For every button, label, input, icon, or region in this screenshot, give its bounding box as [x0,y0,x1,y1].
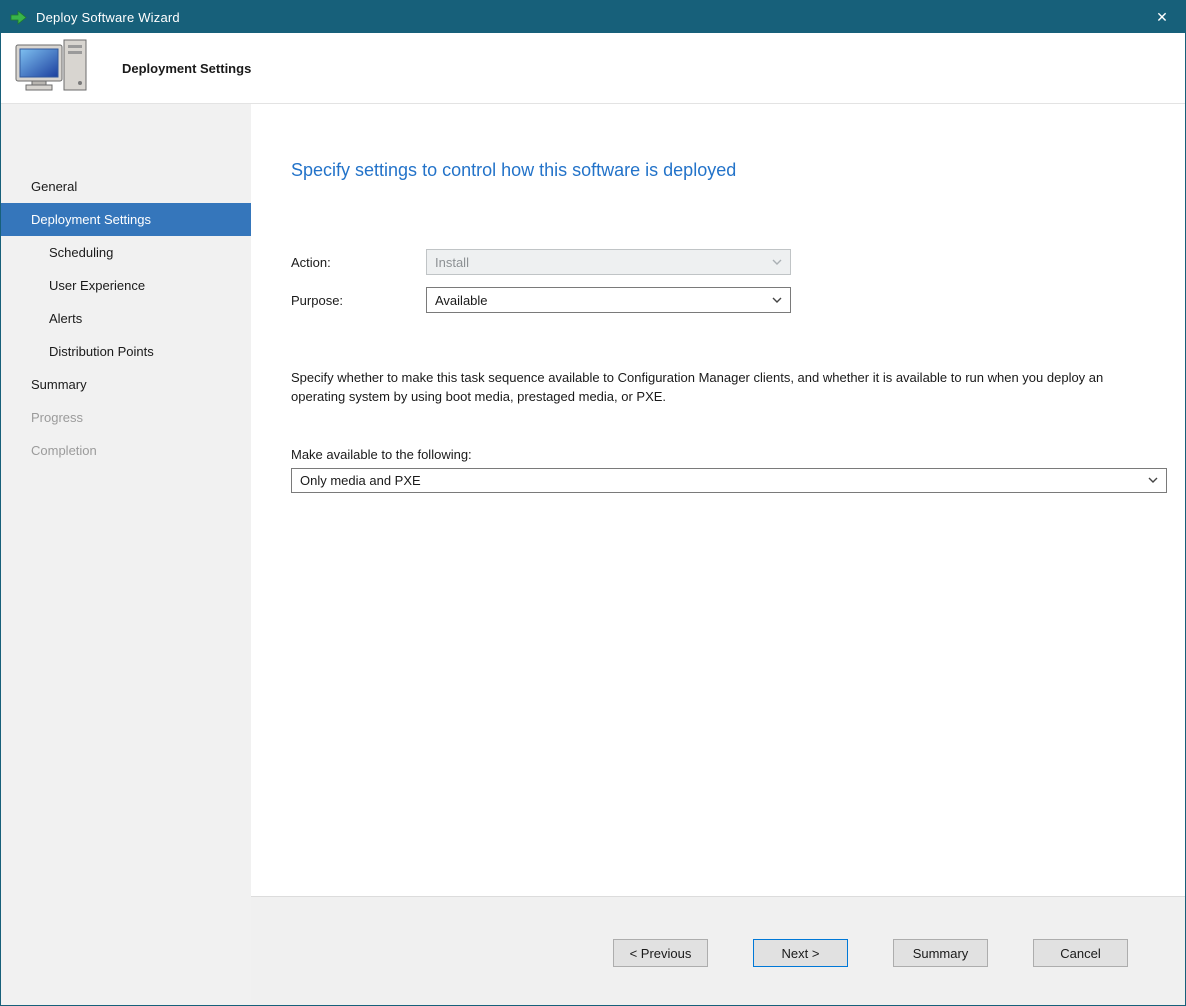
sidebar-item-progress: Progress [1,401,251,434]
chevron-down-icon [772,259,782,265]
wizard-right-pane: Specify settings to control how this sof… [251,104,1185,1005]
purpose-value: Available [435,293,488,308]
action-label: Action: [291,255,426,270]
computer-icon [14,39,94,97]
summary-button[interactable]: Summary [893,939,988,967]
action-row: Action: Install [291,249,1167,275]
wizard-header: Deployment Settings [1,33,1185,104]
previous-button[interactable]: < Previous [613,939,708,967]
make-available-label: Make available to the following: [291,447,1167,462]
sidebar-item-scheduling[interactable]: Scheduling [1,236,251,269]
sidebar-item-distribution-points[interactable]: Distribution Points [1,335,251,368]
deploy-software-wizard-window: Deploy Software Wizard ✕ [0,0,1186,1006]
next-button[interactable]: Next > [753,939,848,967]
wizard-page-title: Deployment Settings [122,61,251,76]
wizard-content: Specify settings to control how this sof… [251,104,1185,896]
sidebar-item-deployment-settings[interactable]: Deployment Settings [1,203,251,236]
deploy-arrow-icon [10,9,27,26]
availability-description: Specify whether to make this task sequen… [291,369,1146,407]
close-icon[interactable]: ✕ [1139,1,1185,33]
wizard-nav-sidebar: General Deployment Settings Scheduling U… [1,104,251,1005]
purpose-row: Purpose: Available [291,287,1167,313]
make-available-dropdown[interactable]: Only media and PXE [291,468,1167,493]
sidebar-item-general[interactable]: General [1,170,251,203]
purpose-label: Purpose: [291,293,426,308]
cancel-button[interactable]: Cancel [1033,939,1128,967]
action-dropdown: Install [426,249,791,275]
page-title: Specify settings to control how this sof… [291,160,1167,181]
deployment-form: Action: Install Purpose: Available [291,249,1167,313]
wizard-body: General Deployment Settings Scheduling U… [1,104,1185,1005]
titlebar[interactable]: Deploy Software Wizard ✕ [1,1,1185,33]
purpose-dropdown[interactable]: Available [426,287,791,313]
button-bar: < Previous Next > Summary Cancel [251,896,1185,1005]
chevron-down-icon [1148,477,1158,483]
action-value: Install [435,255,469,270]
sidebar-item-completion: Completion [1,434,251,467]
chevron-down-icon [772,297,782,303]
make-available-value: Only media and PXE [300,473,421,488]
window-title: Deploy Software Wizard [36,10,180,25]
sidebar-item-summary[interactable]: Summary [1,368,251,401]
sidebar-item-alerts[interactable]: Alerts [1,302,251,335]
sidebar-item-user-experience[interactable]: User Experience [1,269,251,302]
